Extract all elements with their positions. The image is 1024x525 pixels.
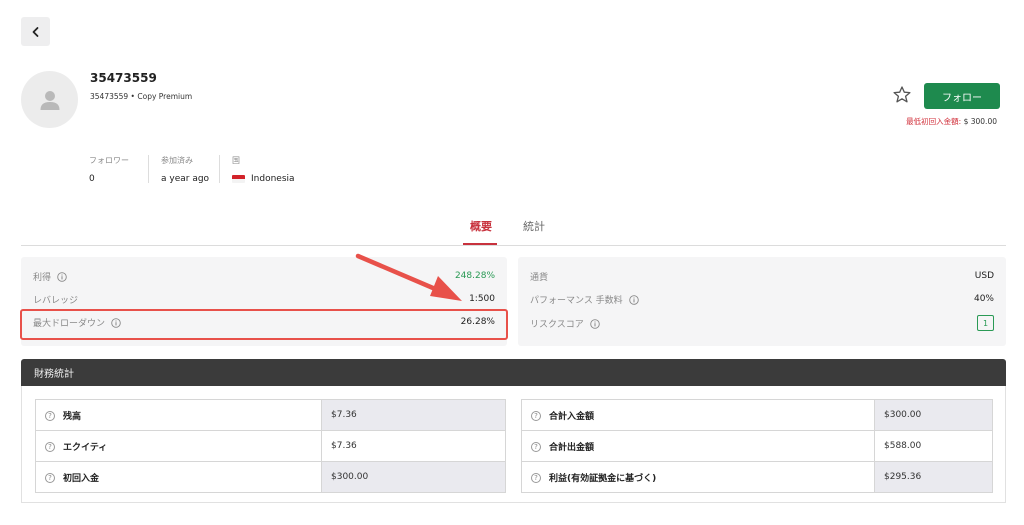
- joined-label: 参加済み: [161, 156, 193, 165]
- overview-left-panel: 利得 248.28% レバレッジ 1:500 最大ドローダウン 26.28%: [21, 257, 507, 346]
- account-name: 35473559: [90, 71, 157, 85]
- balance-value: $7.36: [321, 399, 506, 431]
- gain-label: 利得: [33, 272, 52, 283]
- question-icon[interactable]: ?: [531, 442, 541, 452]
- table-row: ? 残高 $7.36: [35, 399, 506, 431]
- back-button[interactable]: [21, 17, 50, 46]
- gain-value: 248.28%: [454, 271, 495, 281]
- followers-value: 0: [89, 174, 95, 184]
- leverage-value: 1:500: [469, 294, 495, 304]
- risk-score-row: リスクスコア 1: [530, 315, 994, 331]
- min-deposit-value: $ 300.00: [961, 117, 997, 126]
- table-row: ? 初回入金 $300.00: [35, 461, 506, 493]
- equity-label-cell: ? エクイティ: [35, 430, 322, 462]
- account-subtitle: 35473559 • Copy Premium: [90, 92, 193, 101]
- question-icon[interactable]: ?: [45, 411, 55, 421]
- balance-label-cell: ? 残高: [35, 399, 322, 431]
- question-icon[interactable]: ?: [531, 411, 541, 421]
- gain-label-wrap: 利得: [33, 270, 67, 283]
- indonesia-flag-icon: [232, 175, 245, 183]
- profit-label: 利益(有効証拠金に基づく): [549, 473, 657, 484]
- followers-label: フォロワー: [89, 156, 129, 165]
- country-value-wrap: Indonesia: [232, 174, 295, 184]
- leverage-row: レバレッジ 1:500: [33, 291, 495, 307]
- country-value: Indonesia: [251, 174, 295, 184]
- country-label: 国: [232, 156, 240, 165]
- total-deposit-value: $300.00: [874, 399, 993, 431]
- divider: [148, 155, 149, 183]
- info-icon[interactable]: [628, 295, 639, 305]
- table-row: ? 利益(有効証拠金に基づく) $295.36: [521, 461, 993, 493]
- total-deposit-label-cell: ? 合計入金額: [521, 399, 875, 431]
- question-icon[interactable]: ?: [45, 473, 55, 483]
- max-drawdown-value: 26.28%: [460, 317, 495, 327]
- star-icon[interactable]: [892, 85, 912, 105]
- tab-overview[interactable]: 概要: [470, 218, 492, 234]
- performance-fee-row: パフォーマンス 手数料 40%: [530, 291, 994, 307]
- joined-value: a year ago: [161, 174, 210, 184]
- financial-stats-header: 財務統計: [21, 359, 1006, 386]
- total-withdrawal-value: $588.00: [874, 430, 993, 462]
- leverage-label: レバレッジ: [33, 295, 79, 306]
- financial-stats-body: ? 残高 $7.36 ? エクイティ $7.36 ? 初回入金 $300.00 ? 合計…: [21, 386, 1006, 503]
- chevron-left-icon: [32, 26, 38, 37]
- joined-stat: 参加済み a year ago: [161, 155, 209, 184]
- followers-stat: フォロワー 0: [89, 155, 129, 184]
- overview-right-panel: 通貨 USD パフォーマンス 手数料 40% リスクスコア 1: [518, 257, 1006, 346]
- table-row: ? エクイティ $7.36: [35, 430, 506, 462]
- profit-value: $295.36: [874, 461, 993, 493]
- table-row: ? 合計出金額 $588.00: [521, 430, 993, 462]
- profit-label-cell: ? 利益(有効証拠金に基づく): [521, 461, 875, 493]
- max-drawdown-label-wrap: 最大ドローダウン: [33, 316, 121, 329]
- initial-deposit-value: $300.00: [321, 461, 506, 493]
- equity-label: エクイティ: [63, 442, 108, 453]
- max-drawdown-label: 最大ドローダウン: [33, 318, 106, 329]
- gain-row: 利得 248.28%: [33, 268, 495, 284]
- risk-score-label-wrap: リスクスコア: [530, 317, 600, 330]
- currency-row: 通貨 USD: [530, 268, 994, 284]
- avatar: [21, 71, 78, 128]
- financial-right-table: ? 合計入金額 $300.00 ? 合計出金額 $588.00 ? 利益(有効証拠金に…: [521, 399, 993, 493]
- tabs-divider: [21, 245, 1006, 246]
- question-icon[interactable]: ?: [45, 442, 55, 452]
- table-row: ? 合計入金額 $300.00: [521, 399, 993, 431]
- divider: [219, 155, 220, 183]
- currency-value: USD: [974, 271, 994, 281]
- risk-score-badge: 1: [977, 315, 994, 331]
- performance-fee-value: 40%: [973, 294, 994, 304]
- risk-score-label: リスクスコア: [530, 319, 584, 330]
- initial-deposit-label-cell: ? 初回入金: [35, 461, 322, 493]
- info-icon[interactable]: [111, 318, 121, 328]
- follow-button[interactable]: フォロー: [924, 83, 1000, 109]
- question-icon[interactable]: ?: [531, 473, 541, 483]
- min-deposit-label: 最低初回入金額:: [906, 117, 962, 126]
- balance-label: 残高: [63, 411, 82, 422]
- active-tab-indicator: [463, 243, 497, 245]
- total-deposit-label: 合計入金額: [549, 411, 595, 422]
- performance-fee-label: パフォーマンス 手数料: [530, 295, 623, 306]
- info-icon[interactable]: [57, 272, 67, 282]
- initial-deposit-label: 初回入金: [63, 473, 100, 484]
- total-withdrawal-label: 合計出金額: [549, 442, 595, 453]
- equity-value: $7.36: [321, 430, 506, 462]
- currency-label: 通貨: [530, 272, 549, 283]
- country-stat: 国 Indonesia: [232, 155, 295, 184]
- info-icon[interactable]: [589, 319, 600, 329]
- user-icon: [40, 90, 59, 110]
- financial-left-table: ? 残高 $7.36 ? エクイティ $7.36 ? 初回入金 $300.00: [35, 399, 506, 493]
- total-withdrawal-label-cell: ? 合計出金額: [521, 430, 875, 462]
- min-deposit: 最低初回入金額: $ 300.00: [906, 116, 997, 127]
- max-drawdown-row: 最大ドローダウン 26.28%: [33, 314, 495, 330]
- performance-fee-label-wrap: パフォーマンス 手数料: [530, 293, 639, 306]
- tab-statistics[interactable]: 統計: [523, 218, 545, 234]
